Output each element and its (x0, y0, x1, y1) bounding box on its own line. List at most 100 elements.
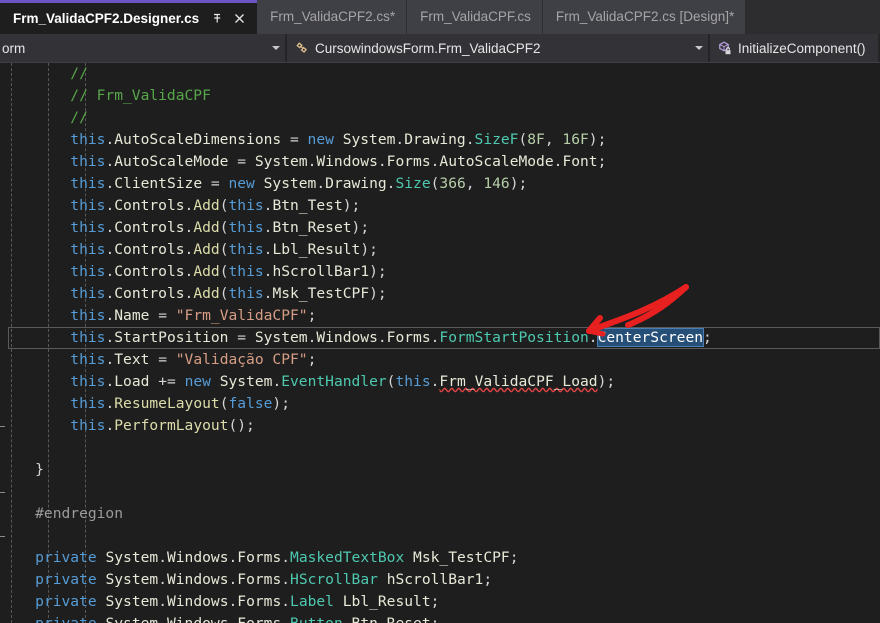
code-line-content: // (0, 63, 880, 85)
code-line[interactable]: this.StartPosition = System.Windows.Form… (0, 327, 880, 349)
code-token: . (105, 395, 115, 412)
code-line[interactable]: // (0, 63, 880, 85)
code-token: Btn_Reset (272, 219, 352, 236)
code-token: . (228, 571, 238, 588)
tab-frm-validacpf-cs[interactable]: Frm_ValidaCPF.cs (407, 0, 543, 34)
visual-studio-editor-window: Frm_ValidaCPF2.Designer.cs Frm_ValidaCPF… (0, 0, 880, 623)
tab-frm-validacpf2-cs[interactable]: Frm_ValidaCPF2.cs* (257, 0, 408, 34)
tab-label: Frm_ValidaCPF.cs (420, 9, 531, 25)
code-line[interactable]: // (0, 107, 880, 129)
code-token: . (281, 615, 290, 623)
code-line[interactable]: this.ClientSize = new System.Drawing.Siz… (0, 173, 880, 195)
code-line[interactable]: this.ResumeLayout(false); (0, 393, 880, 415)
code-token: this (70, 417, 106, 434)
code-token: // Frm_ValidaCPF (0, 87, 211, 104)
code-token: . (105, 153, 115, 170)
code-line[interactable]: this.Controls.Add(this.Msk_TestCPF); (0, 283, 880, 305)
code-line-content: this.ResumeLayout(false); (0, 393, 880, 415)
code-token: this (70, 175, 106, 192)
code-line[interactable]: this.PerformLayout(); (0, 415, 880, 437)
code-line[interactable]: this.Controls.Add(this.Lbl_Result); (0, 239, 880, 261)
code-token: private (35, 549, 97, 566)
code-token: Text (114, 351, 150, 368)
code-line[interactable]: private System.Windows.Forms.Label Lbl_R… (0, 591, 880, 613)
code-token: this (70, 131, 106, 148)
code-line-content: this.AutoScaleMode = System.Windows.Form… (0, 151, 880, 173)
code-line[interactable]: this.Controls.Add(this.hScrollBar1); (0, 261, 880, 283)
code-token: Button (290, 615, 343, 623)
member-dropdown-label: InitializeComponent() (738, 40, 866, 56)
code-token: Msk_TestCPF (272, 285, 370, 302)
member-dropdown[interactable]: InitializeComponent() (710, 34, 880, 62)
code-line[interactable]: this.AutoScaleMode = System.Windows.Form… (0, 151, 880, 173)
code-line[interactable]: // Frm_ValidaCPF (0, 85, 880, 107)
code-line-content: // Frm_ValidaCPF (0, 85, 880, 107)
code-line[interactable] (0, 525, 880, 547)
close-icon[interactable] (233, 12, 246, 25)
code-token: . (105, 175, 115, 192)
code-token: PerformLayout (114, 417, 229, 434)
code-token: , (544, 131, 563, 148)
code-token: Controls (114, 219, 185, 236)
code-token: . (105, 417, 115, 434)
code-token: new (228, 175, 255, 192)
code-token: this (395, 373, 431, 390)
project-dropdown-label: orm (2, 40, 26, 56)
code-token: . (395, 131, 405, 148)
code-line-content: this.ClientSize = new System.Drawing.Siz… (0, 173, 880, 195)
code-token: = (202, 175, 229, 192)
code-token: . (158, 549, 167, 566)
code-token: Size (395, 175, 431, 192)
code-token: Controls (114, 197, 185, 214)
code-line-content (0, 525, 880, 547)
code-token: ; (431, 615, 440, 623)
type-dropdown[interactable]: CursowindowsForm.Frm_ValidaCPF2 (287, 34, 710, 62)
code-line[interactable]: this.Controls.Add(this.Btn_Reset); (0, 217, 880, 239)
code-token: Forms (237, 615, 281, 623)
pin-icon[interactable] (211, 12, 224, 25)
code-line[interactable]: private System.Windows.Forms.MaskedTextB… (0, 547, 880, 569)
code-token: ); (342, 197, 361, 214)
chevron-down-icon (267, 34, 285, 62)
code-token: AutoScaleDimensions (114, 131, 282, 148)
code-token: this (70, 329, 106, 346)
code-line[interactable]: #endregion (0, 503, 880, 525)
code-token: . (158, 615, 167, 623)
tab-frm-validacpf2-designer[interactable]: Frm_ValidaCPF2.Designer.cs (0, 0, 258, 34)
code-token: Name (114, 307, 150, 324)
code-line[interactable]: this.AutoScaleDimensions = new System.Dr… (0, 129, 880, 151)
code-token: Btn_Test (272, 197, 343, 214)
code-token: Add (193, 219, 220, 236)
code-editor-surface[interactable]: // // Frm_ValidaCPF // this. AutoScaleDim… (0, 63, 880, 623)
code-token: "Frm_ValidaCPF" (175, 307, 308, 324)
code-line[interactable]: this.Controls.Add(this.Btn_Test); (0, 195, 880, 217)
code-token: Add (193, 197, 220, 214)
code-token: AutoScaleMode (114, 153, 229, 170)
code-line-content: this.PerformLayout(); (0, 415, 880, 437)
code-token: ; (703, 329, 712, 346)
code-line[interactable] (0, 437, 880, 459)
code-token: new (307, 131, 334, 148)
code-token: 16F (562, 131, 589, 148)
code-token: . (228, 593, 238, 610)
code-token: ); (588, 131, 607, 148)
type-dropdown-label: CursowindowsForm.Frm_ValidaCPF2 (315, 40, 541, 56)
code-line[interactable]: this.Load += new System.EventHandler(thi… (0, 371, 880, 393)
project-dropdown[interactable]: orm (0, 34, 287, 62)
code-token: this (70, 351, 106, 368)
code-token: . (229, 615, 238, 623)
code-token: . (158, 571, 167, 588)
code-line[interactable] (0, 481, 880, 503)
code-token: System (210, 373, 273, 390)
code-line[interactable]: } (0, 459, 880, 481)
code-line-content: this.Controls.Add(this.Msk_TestCPF); (0, 283, 880, 305)
code-line[interactable]: this.Text = "Validação CPF"; (0, 349, 880, 371)
code-line[interactable]: private System.Windows.Forms.Button Btn_… (0, 613, 880, 623)
tab-frm-validacpf2-design[interactable]: Frm_ValidaCPF2.cs [Design]* (542, 0, 747, 34)
code-line[interactable]: private System.Windows.Forms.HScrollBar … (0, 569, 880, 591)
code-line[interactable]: this.Name = "Frm_ValidaCPF"; (0, 305, 880, 327)
code-token: this (70, 197, 106, 214)
